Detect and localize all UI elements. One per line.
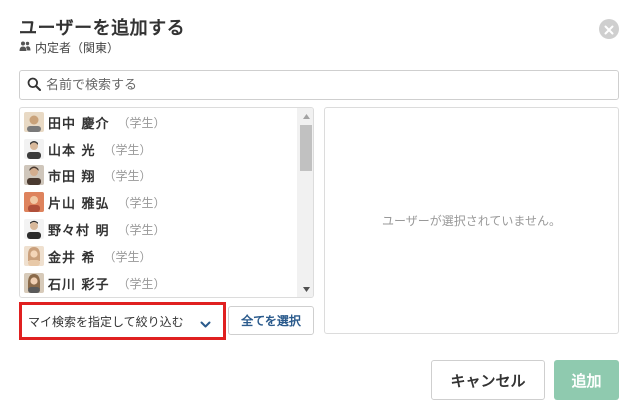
scroll-down-arrow[interactable] xyxy=(298,281,313,297)
list-item[interactable]: 野々村 明 （学生） xyxy=(24,218,166,240)
avatar xyxy=(24,219,44,239)
select-all-button[interactable]: 全てを選択 xyxy=(228,306,314,335)
avatar xyxy=(24,112,44,132)
user-type: （学生） xyxy=(117,222,166,237)
add-button[interactable]: 追加 xyxy=(554,360,619,400)
search-icon xyxy=(27,76,41,95)
avatar xyxy=(24,165,44,185)
list-item[interactable]: 市田 翔 （学生） xyxy=(24,164,152,186)
empty-message: ユーザーが選択されていません。 xyxy=(381,214,562,228)
chevron-down-icon xyxy=(200,315,211,328)
scroll-thumb[interactable] xyxy=(300,125,312,171)
avatar xyxy=(24,246,44,266)
people-icon xyxy=(19,40,31,55)
selected-users-panel: ユーザーが選択されていません。 xyxy=(324,107,619,334)
list-scrollbar[interactable] xyxy=(297,108,313,297)
dialog-title: ユーザーを追加する xyxy=(19,18,186,39)
user-name: 片山 雅弘 xyxy=(48,196,110,212)
user-list: 田中 慶介 （学生） 山本 光 （学生） 市田 翔 （学生） 片山 雅弘 （学生… xyxy=(19,107,314,298)
user-type: （学生） xyxy=(103,142,152,157)
list-item[interactable]: 金井 希 （学生） xyxy=(24,245,152,267)
user-type: （学生） xyxy=(117,115,166,130)
user-name: 市田 翔 xyxy=(48,169,96,185)
list-item[interactable]: 石川 彩子 （学生） xyxy=(24,272,166,294)
avatar xyxy=(24,192,44,212)
my-search-filter-dropdown[interactable]: マイ検索を指定して絞り込む xyxy=(25,307,219,335)
search-input[interactable] xyxy=(46,77,606,93)
user-type: （学生） xyxy=(117,195,166,210)
avatar xyxy=(24,273,44,293)
cancel-button[interactable]: キャンセル xyxy=(431,360,545,400)
close-icon xyxy=(604,20,614,39)
user-name: 山本 光 xyxy=(48,143,96,159)
user-name: 田中 慶介 xyxy=(48,116,110,132)
search-field[interactable] xyxy=(19,70,619,100)
list-item[interactable]: 山本 光 （学生） xyxy=(24,138,152,160)
list-item[interactable]: 片山 雅弘 （学生） xyxy=(24,191,166,213)
user-type: （学生） xyxy=(103,249,152,264)
list-item[interactable]: 田中 慶介 （学生） xyxy=(24,111,166,133)
user-type: （学生） xyxy=(117,276,166,291)
user-name: 石川 彩子 xyxy=(48,277,110,293)
close-button[interactable] xyxy=(599,19,619,39)
user-name: 野々村 明 xyxy=(48,223,110,239)
filter-label: マイ検索を指定して絞り込む xyxy=(28,314,184,329)
group-name: 内定者（関東） xyxy=(35,41,120,55)
user-type: （学生） xyxy=(103,168,152,183)
group-info: 内定者（関東） xyxy=(19,39,119,56)
avatar xyxy=(24,139,44,159)
scroll-up-arrow[interactable] xyxy=(298,108,313,124)
user-name: 金井 希 xyxy=(48,250,96,266)
